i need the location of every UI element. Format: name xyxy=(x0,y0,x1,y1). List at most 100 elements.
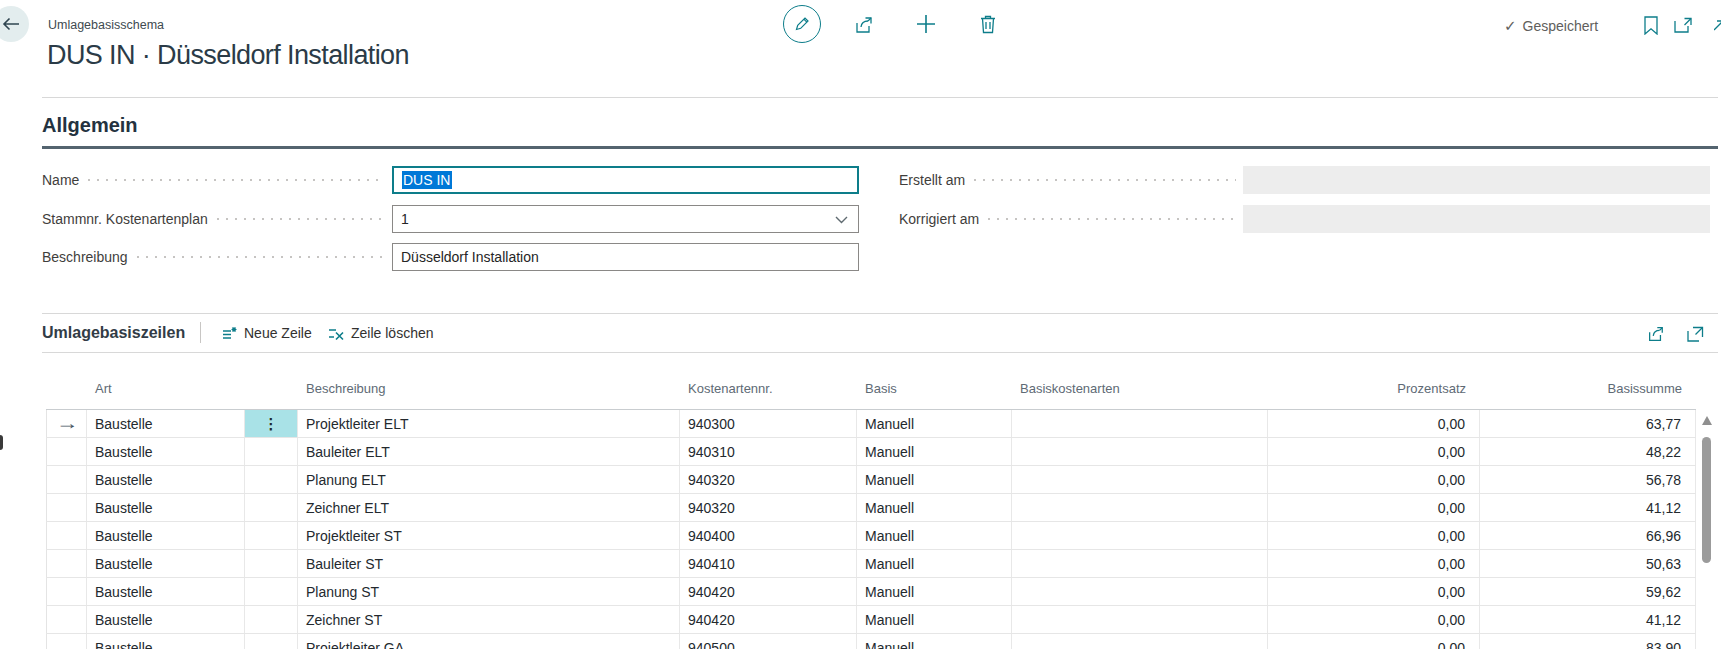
cell-basissumme[interactable]: 63,77 xyxy=(1480,410,1696,437)
cell-kostenartennr[interactable]: 940300 xyxy=(680,410,857,437)
cell-row-menu[interactable]: ⋮ xyxy=(245,410,298,437)
table-scrollbar[interactable] xyxy=(1700,409,1713,649)
cell-basis[interactable]: Manuell xyxy=(857,438,1012,465)
scrollbar-thumb[interactable] xyxy=(1702,437,1711,563)
cell-basiskostenarten[interactable] xyxy=(1012,578,1268,605)
beschreibung-input[interactable]: Düsseldorf Installation xyxy=(392,243,859,271)
cell-art[interactable]: Baustelle xyxy=(87,550,245,577)
cell-art[interactable]: Baustelle xyxy=(87,410,245,437)
cell-art[interactable]: Baustelle xyxy=(87,578,245,605)
stammnr-input[interactable]: 1 xyxy=(392,205,859,233)
lines-expand-button[interactable] xyxy=(1687,326,1704,342)
cell-basis[interactable]: Manuell xyxy=(857,494,1012,521)
column-header-art[interactable]: Art xyxy=(87,381,245,396)
scrollbar-up-arrow[interactable] xyxy=(1702,416,1712,425)
cell-kostenartennr[interactable]: 940410 xyxy=(680,550,857,577)
cell-row-menu[interactable]: ⋮ xyxy=(245,634,298,649)
cell-basiskostenarten[interactable] xyxy=(1012,522,1268,549)
cell-prozentsatz[interactable]: 0,00 xyxy=(1268,494,1480,521)
cell-row-menu[interactable]: ⋮ xyxy=(245,466,298,493)
cell-row-indicator[interactable]: → xyxy=(46,578,87,605)
cell-basissumme[interactable]: 83,90 xyxy=(1480,634,1696,649)
cell-row-menu[interactable]: ⋮ xyxy=(245,578,298,605)
cell-row-menu[interactable]: ⋮ xyxy=(245,494,298,521)
table-row[interactable]: → Baustelle ⋮ Bauleiter ST 940410 Manuel… xyxy=(46,550,1696,578)
cell-basiskostenarten[interactable] xyxy=(1012,438,1268,465)
cell-row-indicator[interactable]: → xyxy=(46,522,87,549)
cell-beschreibung[interactable]: Projektleiter GA xyxy=(298,634,680,649)
cell-basis[interactable]: Manuell xyxy=(857,578,1012,605)
cell-row-indicator[interactable]: → xyxy=(46,634,87,649)
cell-basiskostenarten[interactable] xyxy=(1012,410,1268,437)
cell-beschreibung[interactable]: Bauleiter ELT xyxy=(298,438,680,465)
cell-art[interactable]: Baustelle xyxy=(87,438,245,465)
cell-basissumme[interactable]: 59,62 xyxy=(1480,578,1696,605)
cell-beschreibung[interactable]: Zeichner ST xyxy=(298,606,680,633)
back-button[interactable] xyxy=(0,6,29,42)
cell-art[interactable]: Baustelle xyxy=(87,522,245,549)
new-line-button[interactable]: Neue Zeile xyxy=(222,325,312,341)
column-header-basissumme[interactable]: Basissumme xyxy=(1480,381,1696,396)
cell-row-indicator[interactable]: → xyxy=(46,606,87,633)
edit-pencil-button[interactable] xyxy=(783,5,821,43)
cell-row-indicator[interactable]: → xyxy=(46,494,87,521)
cell-beschreibung[interactable]: Planung ST xyxy=(298,578,680,605)
breadcrumb-caption[interactable]: Umlagebasisschema xyxy=(48,18,164,32)
cell-kostenartennr[interactable]: 940320 xyxy=(680,494,857,521)
cell-basissumme[interactable]: 66,96 xyxy=(1480,522,1696,549)
delete-button[interactable] xyxy=(979,14,997,34)
cell-basissumme[interactable]: 56,78 xyxy=(1480,466,1696,493)
column-header-kostenartennr[interactable]: Kostenartennr. xyxy=(680,381,857,396)
cell-kostenartennr[interactable]: 940500 xyxy=(680,634,857,649)
cell-basissumme[interactable]: 50,63 xyxy=(1480,550,1696,577)
cell-row-indicator[interactable]: → xyxy=(46,466,87,493)
cell-basis[interactable]: Manuell xyxy=(857,466,1012,493)
cell-prozentsatz[interactable]: 0,00 xyxy=(1268,550,1480,577)
cell-beschreibung[interactable]: Projektleiter ELT xyxy=(298,410,680,437)
delete-line-button[interactable]: Zeile löschen xyxy=(328,325,434,341)
cell-kostenartennr[interactable]: 940310 xyxy=(680,438,857,465)
table-row[interactable]: → Baustelle ⋮ Bauleiter ELT 940310 Manue… xyxy=(46,438,1696,466)
chevron-down-icon[interactable] xyxy=(835,216,848,224)
cell-prozentsatz[interactable]: 0,00 xyxy=(1268,522,1480,549)
cell-beschreibung[interactable]: Planung ELT xyxy=(298,466,680,493)
bookmark-button[interactable] xyxy=(1644,16,1658,35)
cell-kostenartennr[interactable]: 940420 xyxy=(680,578,857,605)
cell-prozentsatz[interactable]: 0,00 xyxy=(1268,578,1480,605)
cell-beschreibung[interactable]: Projektleiter ST xyxy=(298,522,680,549)
cell-prozentsatz[interactable]: 0,00 xyxy=(1268,438,1480,465)
cell-row-indicator[interactable]: → xyxy=(46,410,87,437)
cell-kostenartennr[interactable]: 940420 xyxy=(680,606,857,633)
cell-row-menu[interactable]: ⋮ xyxy=(245,550,298,577)
cell-basiskostenarten[interactable] xyxy=(1012,550,1268,577)
cell-prozentsatz[interactable]: 0,00 xyxy=(1268,466,1480,493)
share-button[interactable] xyxy=(853,15,874,35)
column-header-prozentsatz[interactable]: Prozentsatz xyxy=(1268,381,1480,396)
add-new-button[interactable] xyxy=(916,14,936,34)
column-header-basiskostenarten[interactable]: Basiskostenarten xyxy=(1012,381,1268,396)
clipped-edge-icon[interactable] xyxy=(1714,17,1721,33)
cell-row-indicator[interactable]: → xyxy=(46,438,87,465)
cell-row-indicator[interactable]: → xyxy=(46,550,87,577)
cell-art[interactable]: Baustelle xyxy=(87,466,245,493)
cell-art[interactable]: Baustelle xyxy=(87,606,245,633)
cell-row-menu[interactable]: ⋮ xyxy=(245,606,298,633)
cell-basis[interactable]: Manuell xyxy=(857,550,1012,577)
cell-basis[interactable]: Manuell xyxy=(857,606,1012,633)
cell-basiskostenarten[interactable] xyxy=(1012,494,1268,521)
general-section-heading[interactable]: Allgemein xyxy=(42,114,138,137)
table-row[interactable]: → Baustelle ⋮ Planung ST 940420 Manuell … xyxy=(46,578,1696,606)
cell-art[interactable]: Baustelle xyxy=(87,634,245,649)
cell-basissumme[interactable]: 41,12 xyxy=(1480,494,1696,521)
cell-row-menu[interactable]: ⋮ xyxy=(245,438,298,465)
cell-art[interactable]: Baustelle xyxy=(87,494,245,521)
cell-basiskostenarten[interactable] xyxy=(1012,634,1268,649)
table-row[interactable]: → Baustelle ⋮ Projektleiter ST 940400 Ma… xyxy=(46,522,1696,550)
cell-beschreibung[interactable]: Bauleiter ST xyxy=(298,550,680,577)
lines-section-heading[interactable]: Umlagebasiszeilen xyxy=(42,324,185,342)
table-row[interactable]: → Baustelle ⋮ Planung ELT 940320 Manuell… xyxy=(46,466,1696,494)
column-header-basis[interactable]: Basis xyxy=(857,381,1012,396)
cell-kostenartennr[interactable]: 940320 xyxy=(680,466,857,493)
table-row[interactable]: → Baustelle ⋮ Zeichner ST 940420 Manuell… xyxy=(46,606,1696,634)
cell-prozentsatz[interactable]: 0,00 xyxy=(1268,634,1480,649)
